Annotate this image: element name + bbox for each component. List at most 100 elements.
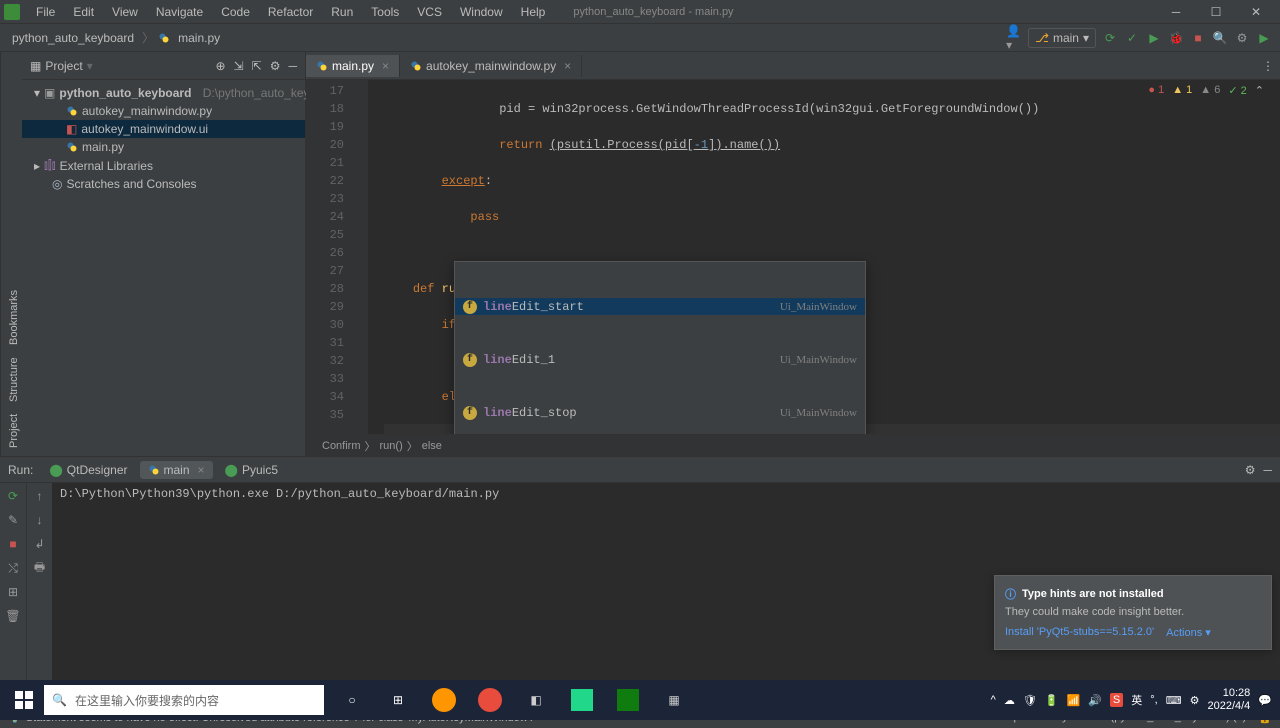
task-app2[interactable]: ◧ [516, 680, 556, 720]
menu-tools[interactable]: Tools [363, 3, 407, 21]
scroll-down-icon[interactable]: ↓ [31, 511, 49, 529]
git-branch[interactable]: ⎇main▾ [1028, 28, 1096, 48]
editor-tab-autokey[interactable]: autokey_mainwindow.py× [400, 55, 582, 77]
close-tab-icon[interactable]: × [564, 59, 571, 73]
panel-hide-icon[interactable]: ─ [288, 59, 297, 73]
tray-security-icon[interactable]: 🛡 [1023, 694, 1037, 707]
tray-ime-punct[interactable]: °, [1150, 694, 1157, 706]
run-config-icon[interactable]: ▶ [1256, 30, 1272, 46]
project-panel-title[interactable]: ▦Project▾ [30, 59, 93, 73]
run-tab-qtdesigner[interactable]: ⬤QtDesigner [41, 461, 135, 479]
notification-install-link[interactable]: Install 'PyQt5-stubs==5.15.2.0' [1005, 626, 1154, 639]
minimize-button[interactable]: ─ [1156, 0, 1196, 24]
tree-file-selected[interactable]: ◧autokey_mainwindow.ui [22, 120, 305, 138]
tray-onedrive-icon[interactable]: ☁ [1004, 694, 1015, 707]
close-button[interactable]: ✕ [1236, 0, 1276, 24]
menu-window[interactable]: Window [452, 3, 511, 21]
run-hide-icon[interactable]: ─ [1263, 463, 1272, 477]
scroll-up-icon[interactable]: ↑ [31, 487, 49, 505]
editor-tab-main[interactable]: main.py× [306, 55, 400, 77]
wrap-icon[interactable]: ↲ [31, 535, 49, 553]
error-indicator[interactable]: ● 1 [1148, 84, 1164, 97]
task-view[interactable]: ⊞ [378, 680, 418, 720]
code-editor[interactable]: 17181920212223242526272829303132333435 p… [306, 80, 1280, 434]
tray-overflow[interactable]: ^ [991, 694, 996, 706]
tree-external-libs[interactable]: ▸⫾⫿⫾External Libraries [22, 156, 305, 175]
tray-notifications-icon[interactable]: 💬 [1258, 694, 1272, 707]
task-app3[interactable] [608, 680, 648, 720]
python-icon [316, 60, 328, 72]
task-firefox[interactable] [424, 680, 464, 720]
locate-icon[interactable]: ⊕ [216, 59, 226, 73]
weak-warning-indicator[interactable]: ▲ 6 [1200, 84, 1220, 97]
expand-icon[interactable]: ⇲ [234, 59, 244, 73]
menu-help[interactable]: Help [513, 3, 554, 21]
menu-edit[interactable]: Edit [65, 3, 102, 21]
sidebar-bookmarks-tab[interactable]: Bookmarks [3, 290, 20, 345]
completion-item[interactable]: f lineEdit_stop Ui_MainWindow [455, 404, 865, 421]
tray-ime-logo[interactable]: S [1110, 693, 1123, 707]
rerun-button[interactable]: ⟳ [4, 487, 22, 505]
stop-icon[interactable]: ■ [1190, 30, 1206, 46]
sidebar-project-tab[interactable]: Project [3, 414, 20, 448]
run-icon[interactable]: ▶ [1146, 30, 1162, 46]
user-icon[interactable]: 👤▾ [1006, 30, 1022, 46]
print-icon[interactable]: 🖶 [31, 559, 49, 577]
vcs-commit-icon[interactable]: ✓ [1124, 30, 1140, 46]
tree-file[interactable]: autokey_mainwindow.py [22, 102, 305, 120]
sidebar-structure-tab[interactable]: Structure [3, 357, 20, 402]
task-pycharm[interactable] [562, 680, 602, 720]
run-tab-main[interactable]: main× [140, 461, 213, 479]
delete-button[interactable]: 🗑 [4, 607, 22, 625]
close-tab-icon[interactable]: × [382, 59, 389, 73]
menu-run[interactable]: Run [323, 3, 361, 21]
debug-icon[interactable]: 🐞 [1168, 30, 1184, 46]
tray-network-icon[interactable]: 📶 [1066, 694, 1080, 707]
inspection-icon[interactable]: ⌃ [1255, 84, 1264, 97]
menu-code[interactable]: Code [213, 3, 258, 21]
panel-settings-icon[interactable]: ⚙ [270, 59, 281, 73]
tray-ime-settings[interactable]: ⚙ [1190, 694, 1200, 707]
collapse-icon[interactable]: ⇱ [252, 59, 262, 73]
editor-breadcrumb[interactable]: Confirm〉run()〉else [306, 434, 1280, 456]
menu-vcs[interactable]: VCS [409, 3, 450, 21]
menu-view[interactable]: View [104, 3, 146, 21]
breadcrumb-file[interactable]: main.py [174, 29, 224, 47]
run-tab-pyuic5[interactable]: ⬤Pyuic5 [217, 461, 286, 479]
main-menu: File Edit View Navigate Code Refactor Ru… [28, 3, 553, 21]
taskbar-search[interactable]: 🔍 在这里输入你要搜索的内容 [44, 685, 324, 715]
typo-indicator[interactable]: ✓ 2 [1228, 84, 1246, 97]
tray-volume-icon[interactable]: 🔊 [1088, 694, 1102, 707]
completion-item[interactable]: f lineEdit_1 Ui_MainWindow [455, 351, 865, 368]
modify-run-button[interactable]: ✎ [4, 511, 22, 529]
warning-indicator[interactable]: ▲ 1 [1172, 84, 1192, 97]
editor-gutter[interactable]: 17181920212223242526272829303132333435 [306, 80, 352, 434]
task-app1[interactable] [470, 680, 510, 720]
tray-ime-mode[interactable]: ⌨ [1166, 694, 1182, 707]
tree-file[interactable]: main.py [22, 138, 305, 156]
run-settings-icon[interactable]: ⚙ [1245, 463, 1256, 477]
task-app4[interactable]: ▦ [654, 680, 694, 720]
layout-button[interactable]: ⊞ [4, 583, 22, 601]
menu-navigate[interactable]: Navigate [148, 3, 211, 21]
search-icon[interactable]: 🔍 [1212, 30, 1228, 46]
tray-clock[interactable]: 10:28 2022/4/4 [1207, 687, 1250, 713]
start-button[interactable] [4, 680, 44, 720]
tray-battery-icon[interactable]: 🔋 [1045, 694, 1059, 707]
tree-scratches[interactable]: ◎Scratches and Consoles [22, 175, 305, 193]
stop-button[interactable]: ■ [4, 535, 22, 553]
app-icon [4, 4, 20, 20]
tree-root[interactable]: ▾▣python_auto_keyboard D:\python_auto_ke… [22, 84, 305, 102]
vcs-update-icon[interactable]: ⟳ [1102, 30, 1118, 46]
breadcrumb-project[interactable]: python_auto_keyboard [8, 29, 138, 47]
completion-item[interactable]: f lineEdit_start Ui_MainWindow [455, 298, 865, 315]
menu-file[interactable]: File [28, 3, 63, 21]
menu-refactor[interactable]: Refactor [260, 3, 321, 21]
notification-actions-link[interactable]: Actions ▾ [1166, 626, 1211, 639]
task-cortana[interactable]: ○ [332, 680, 372, 720]
tray-ime[interactable]: 英 [1131, 692, 1142, 708]
editor-more-icon[interactable]: ⋮ [1262, 59, 1280, 73]
exit-button[interactable]: ⤭ [4, 559, 22, 577]
settings-icon[interactable]: ⚙ [1234, 30, 1250, 46]
maximize-button[interactable]: ☐ [1196, 0, 1236, 24]
